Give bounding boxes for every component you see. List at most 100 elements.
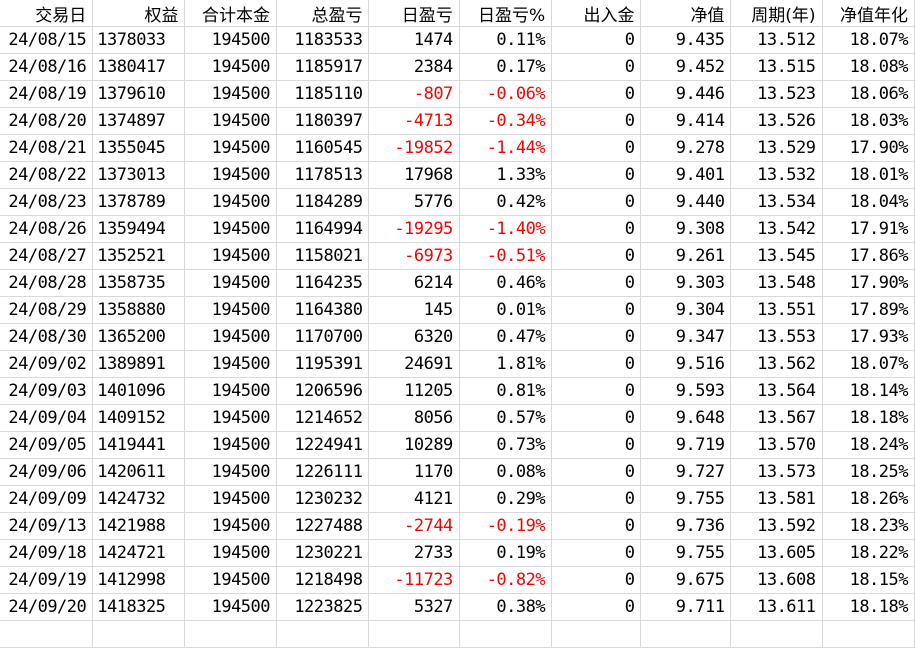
- cell-daily-pnl-pct[interactable]: -0.51%: [459, 242, 553, 270]
- cell-trade-date[interactable]: 24/09/13: [0, 512, 94, 540]
- cell-total-principal[interactable]: 194500: [184, 188, 278, 216]
- cell-equity[interactable]: 1401096: [92, 377, 186, 405]
- cell-daily-pnl-pct[interactable]: 0.01%: [459, 296, 553, 324]
- cell-total-principal[interactable]: 194500: [184, 215, 278, 243]
- cell-total-principal[interactable]: 194500: [184, 485, 278, 513]
- empty-cell[interactable]: [0, 620, 94, 648]
- cell-period-years[interactable]: 13.611: [730, 593, 823, 621]
- cell-total-principal[interactable]: 194500: [184, 107, 278, 135]
- cell-daily-pnl-pct[interactable]: 0.42%: [459, 188, 553, 216]
- cell-equity[interactable]: 1409152: [92, 404, 186, 432]
- cell-annualized-nav[interactable]: 18.08%: [822, 53, 915, 81]
- header-daily-pnl[interactable]: 日盈亏: [368, 0, 460, 27]
- cell-period-years[interactable]: 13.592: [730, 512, 823, 540]
- cell-nav[interactable]: 9.308: [640, 215, 732, 243]
- cell-equity[interactable]: 1418325: [92, 593, 186, 621]
- cell-daily-pnl-pct[interactable]: 0.38%: [459, 593, 553, 621]
- cell-daily-pnl-pct[interactable]: 0.47%: [459, 323, 553, 351]
- cell-trade-date[interactable]: 24/09/06: [0, 458, 94, 486]
- cell-total-pnl[interactable]: 1178513: [276, 161, 370, 189]
- cell-period-years[interactable]: 13.526: [730, 107, 823, 135]
- cell-period-years[interactable]: 13.529: [730, 134, 823, 162]
- cell-total-pnl[interactable]: 1227488: [276, 512, 370, 540]
- cell-period-years[interactable]: 13.512: [730, 26, 823, 54]
- cell-period-years[interactable]: 13.581: [730, 485, 823, 513]
- cell-daily-pnl-pct[interactable]: 0.57%: [459, 404, 553, 432]
- cell-total-pnl[interactable]: 1185917: [276, 53, 370, 81]
- cell-trade-date[interactable]: 24/08/19: [0, 80, 94, 108]
- cell-total-principal[interactable]: 194500: [184, 593, 278, 621]
- cell-deposit-withdrawal[interactable]: 0: [551, 485, 642, 513]
- cell-nav[interactable]: 9.736: [640, 512, 732, 540]
- cell-annualized-nav[interactable]: 18.25%: [822, 458, 915, 486]
- cell-period-years[interactable]: 13.553: [730, 323, 823, 351]
- cell-nav[interactable]: 9.727: [640, 458, 732, 486]
- cell-total-principal[interactable]: 194500: [184, 539, 278, 567]
- cell-total-pnl[interactable]: 1164235: [276, 269, 370, 297]
- cell-deposit-withdrawal[interactable]: 0: [551, 566, 642, 594]
- cell-daily-pnl[interactable]: -19852: [368, 134, 460, 162]
- cell-annualized-nav[interactable]: 18.22%: [822, 539, 915, 567]
- cell-trade-date[interactable]: 24/08/30: [0, 323, 94, 351]
- header-equity[interactable]: 权益: [92, 0, 186, 27]
- cell-annualized-nav[interactable]: 18.24%: [822, 431, 915, 459]
- cell-daily-pnl-pct[interactable]: 1.33%: [459, 161, 553, 189]
- cell-trade-date[interactable]: 24/08/28: [0, 269, 94, 297]
- cell-daily-pnl-pct[interactable]: -1.40%: [459, 215, 553, 243]
- empty-cell[interactable]: [551, 620, 642, 648]
- cell-equity[interactable]: 1380417: [92, 53, 186, 81]
- cell-nav[interactable]: 9.755: [640, 485, 732, 513]
- cell-deposit-withdrawal[interactable]: 0: [551, 404, 642, 432]
- cell-total-pnl[interactable]: 1218498: [276, 566, 370, 594]
- header-total-pnl[interactable]: 总盈亏: [276, 0, 370, 27]
- empty-cell[interactable]: [92, 620, 186, 648]
- cell-deposit-withdrawal[interactable]: 0: [551, 350, 642, 378]
- cell-total-pnl[interactable]: 1223825: [276, 593, 370, 621]
- cell-trade-date[interactable]: 24/09/04: [0, 404, 94, 432]
- cell-nav[interactable]: 9.446: [640, 80, 732, 108]
- cell-daily-pnl[interactable]: -19295: [368, 215, 460, 243]
- cell-annualized-nav[interactable]: 17.91%: [822, 215, 915, 243]
- cell-equity[interactable]: 1365200: [92, 323, 186, 351]
- cell-nav[interactable]: 9.648: [640, 404, 732, 432]
- cell-equity[interactable]: 1378033: [92, 26, 186, 54]
- cell-equity[interactable]: 1421988: [92, 512, 186, 540]
- cell-total-pnl[interactable]: 1158021: [276, 242, 370, 270]
- cell-annualized-nav[interactable]: 18.01%: [822, 161, 915, 189]
- cell-total-pnl[interactable]: 1185110: [276, 80, 370, 108]
- cell-annualized-nav[interactable]: 18.26%: [822, 485, 915, 513]
- cell-total-pnl[interactable]: 1180397: [276, 107, 370, 135]
- cell-nav[interactable]: 9.440: [640, 188, 732, 216]
- cell-trade-date[interactable]: 24/09/02: [0, 350, 94, 378]
- cell-deposit-withdrawal[interactable]: 0: [551, 458, 642, 486]
- cell-total-pnl[interactable]: 1206596: [276, 377, 370, 405]
- cell-daily-pnl[interactable]: 17968: [368, 161, 460, 189]
- cell-total-principal[interactable]: 194500: [184, 566, 278, 594]
- cell-period-years[interactable]: 13.570: [730, 431, 823, 459]
- cell-daily-pnl[interactable]: -807: [368, 80, 460, 108]
- cell-total-pnl[interactable]: 1195391: [276, 350, 370, 378]
- cell-daily-pnl[interactable]: 145: [368, 296, 460, 324]
- cell-annualized-nav[interactable]: 18.14%: [822, 377, 915, 405]
- cell-trade-date[interactable]: 24/09/09: [0, 485, 94, 513]
- cell-annualized-nav[interactable]: 18.23%: [822, 512, 915, 540]
- cell-deposit-withdrawal[interactable]: 0: [551, 242, 642, 270]
- cell-total-principal[interactable]: 194500: [184, 350, 278, 378]
- cell-nav[interactable]: 9.593: [640, 377, 732, 405]
- cell-deposit-withdrawal[interactable]: 0: [551, 512, 642, 540]
- header-total-principal[interactable]: 合计本金: [184, 0, 278, 27]
- cell-total-principal[interactable]: 194500: [184, 161, 278, 189]
- cell-deposit-withdrawal[interactable]: 0: [551, 431, 642, 459]
- cell-equity[interactable]: 1424721: [92, 539, 186, 567]
- empty-cell[interactable]: [640, 620, 732, 648]
- cell-equity[interactable]: 1358880: [92, 296, 186, 324]
- cell-deposit-withdrawal[interactable]: 0: [551, 161, 642, 189]
- cell-daily-pnl[interactable]: -4713: [368, 107, 460, 135]
- empty-cell[interactable]: [459, 620, 553, 648]
- cell-daily-pnl[interactable]: 5776: [368, 188, 460, 216]
- header-deposit-withdrawal[interactable]: 出入金: [551, 0, 642, 27]
- cell-total-pnl[interactable]: 1170700: [276, 323, 370, 351]
- cell-daily-pnl[interactable]: 5327: [368, 593, 460, 621]
- cell-daily-pnl-pct[interactable]: 0.17%: [459, 53, 553, 81]
- cell-trade-date[interactable]: 24/08/29: [0, 296, 94, 324]
